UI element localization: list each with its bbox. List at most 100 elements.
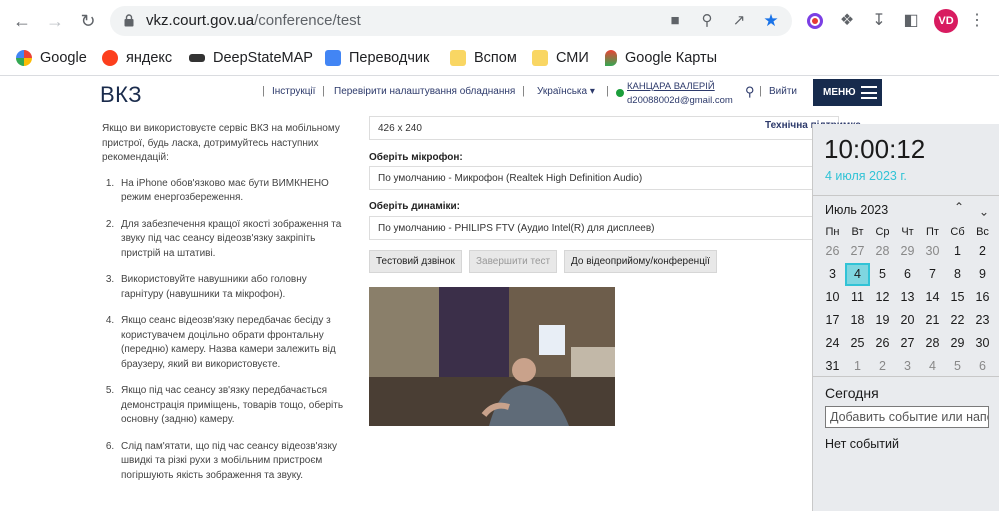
calendar-day[interactable]: 22	[945, 309, 970, 332]
separator: |	[606, 85, 609, 97]
side-panel-icon[interactable]: ◧	[900, 10, 922, 32]
calendar-day[interactable]: 1	[945, 240, 970, 263]
calendar-month-label[interactable]: Июль 2023	[825, 203, 888, 217]
calendar-day[interactable]: 2	[870, 355, 895, 378]
calendar-day[interactable]: 1	[845, 355, 870, 378]
calendar-day[interactable]: 15	[945, 286, 970, 309]
browser-toolbar: ← → ↻ vkz.court.gov.ua/conference/test ■…	[0, 0, 999, 76]
calendar-day-today[interactable]: 4	[845, 263, 870, 286]
back-arrow-icon[interactable]: ←	[10, 9, 34, 33]
google-icon	[16, 50, 32, 66]
key-icon[interactable]: ⚲	[745, 84, 755, 100]
user-name[interactable]: КАНЦАРА ВАЛЕРІЙ	[627, 81, 715, 92]
lock-icon	[124, 14, 134, 27]
calendar-day[interactable]: 29	[895, 240, 920, 263]
calendar-day[interactable]: 25	[845, 332, 870, 355]
bookmark-yandex[interactable]: яндекс	[102, 47, 172, 69]
calendar-day[interactable]: 18	[845, 309, 870, 332]
calendar-day[interactable]: 4	[920, 355, 945, 378]
calendar-day[interactable]: 6	[895, 263, 920, 286]
calendar-day[interactable]: 30	[970, 332, 995, 355]
check-equipment-link[interactable]: Перевірити налаштування обладнання	[334, 86, 515, 97]
list-item: Використовуйте навушники або головну гар…	[117, 273, 350, 302]
bookmark-google-maps[interactable]: Google Карты	[605, 47, 717, 69]
calendar-day[interactable]: 10	[820, 286, 845, 309]
add-event-input[interactable]: Добавить событие или напоминание	[825, 406, 989, 428]
camera-icon[interactable]: ■	[666, 12, 684, 30]
calendar-day[interactable]: 21	[920, 309, 945, 332]
recommendations-list: На iPhone обов'язково має бути ВИМКНЕНО …	[102, 177, 350, 484]
calendar-day[interactable]: 31	[820, 355, 845, 378]
site-logo[interactable]: ВКЗ	[100, 82, 142, 108]
separator: |	[262, 85, 265, 97]
calendar-day[interactable]: 2	[970, 240, 995, 263]
logout-link[interactable]: Вийти	[769, 86, 797, 97]
more-menu-icon[interactable]: ⋮	[966, 10, 988, 32]
user-email: d20088002d@gmail.com	[627, 95, 733, 106]
share-icon[interactable]: ↗	[730, 12, 748, 30]
profile-avatar[interactable]: VD	[934, 9, 958, 33]
calendar-day[interactable]: 8	[945, 263, 970, 286]
microphone-select[interactable]: По умолчанию - Микрофон (Realtek High De…	[369, 166, 839, 190]
mobile-recommendations: Якщо ви використовуєте сервіс ВКЗ на моб…	[102, 122, 350, 495]
chevron-down-icon[interactable]: ⌃	[975, 200, 993, 218]
bookmark-translate[interactable]: Переводчик	[325, 47, 429, 69]
calendar-day[interactable]: 3	[895, 355, 920, 378]
menu-button[interactable]: МЕНЮ	[813, 79, 882, 106]
chevron-up-icon[interactable]: ⌃	[950, 200, 968, 218]
calendar-day[interactable]: 3	[820, 263, 845, 286]
calendar-day[interactable]: 29	[945, 332, 970, 355]
calendar-day[interactable]: 20	[895, 309, 920, 332]
extensions-puzzle-icon[interactable]: ❖	[836, 10, 858, 32]
hamburger-icon	[861, 86, 877, 99]
finish-test-button[interactable]: Завершити тест	[469, 250, 558, 273]
calendar-day[interactable]: 27	[845, 240, 870, 263]
calendar-day[interactable]: 5	[945, 355, 970, 378]
calendar-day[interactable]: 17	[820, 309, 845, 332]
address-bar[interactable]: vkz.court.gov.ua/conference/test ■ ⚲ ↗ ★	[110, 6, 792, 36]
calendar-day[interactable]: 26	[870, 332, 895, 355]
to-reception-button[interactable]: До відеоприйому/конференції	[564, 250, 717, 273]
calendar-day[interactable]: 23	[970, 309, 995, 332]
extension-colorful-icon[interactable]	[804, 10, 826, 32]
download-icon[interactable]: ↧	[868, 10, 890, 32]
language-select[interactable]: Українська ▾	[537, 86, 595, 97]
microphone-label: Оберіть мікрофон:	[369, 152, 463, 163]
speakers-select[interactable]: По умолчанию - PHILIPS FTV (Аудио Intel(…	[369, 216, 839, 240]
calendar-day[interactable]: 26	[820, 240, 845, 263]
online-status-dot	[616, 89, 624, 97]
calendar-day[interactable]: 28	[920, 332, 945, 355]
bookmark-google[interactable]: Google	[16, 47, 87, 69]
bookmark-deepstatemap[interactable]: DeepStateMAP	[189, 47, 313, 69]
calendar-day[interactable]: 9	[970, 263, 995, 286]
calendar-day[interactable]: 16	[970, 286, 995, 309]
calendar-day[interactable]: 24	[820, 332, 845, 355]
calendar-day[interactable]: 27	[895, 332, 920, 355]
calendar-day[interactable]: 5	[870, 263, 895, 286]
deepstate-icon	[189, 54, 205, 62]
test-call-button[interactable]: Тестовий дзвінок	[369, 250, 462, 273]
calendar-day[interactable]: 11	[845, 286, 870, 309]
calendar-day[interactable]: 7	[920, 263, 945, 286]
clock-date[interactable]: 4 июля 2023 г.	[825, 169, 907, 183]
calendar-day[interactable]: 13	[895, 286, 920, 309]
instructions-link[interactable]: Інструкції	[272, 86, 315, 97]
list-item: Для забезпечення кращої якості зображенн…	[117, 218, 350, 262]
reload-icon[interactable]: ↻	[76, 9, 100, 33]
calendar-day[interactable]: 14	[920, 286, 945, 309]
calendar-day[interactable]: 30	[920, 240, 945, 263]
calendar-day[interactable]: 12	[870, 286, 895, 309]
forward-arrow-icon[interactable]: →	[43, 9, 67, 33]
calendar-day[interactable]: 19	[870, 309, 895, 332]
bookmark-folder-smi[interactable]: СМИ	[532, 47, 589, 69]
zoom-icon[interactable]: ⚲	[698, 12, 716, 30]
camera-preview-image	[369, 287, 615, 426]
separator: |	[322, 85, 325, 97]
bookmark-star-icon[interactable]: ★	[762, 12, 780, 30]
calendar-day[interactable]: 6	[970, 355, 995, 378]
list-item: Якщо сеанс відеозв'язку передбачає бесід…	[117, 314, 350, 372]
bookmark-folder-vspom[interactable]: Вспом	[450, 47, 517, 69]
calendar-day[interactable]: 28	[870, 240, 895, 263]
separator: |	[522, 85, 525, 97]
list-item: На iPhone обов'язково має бути ВИМКНЕНО …	[117, 177, 350, 206]
